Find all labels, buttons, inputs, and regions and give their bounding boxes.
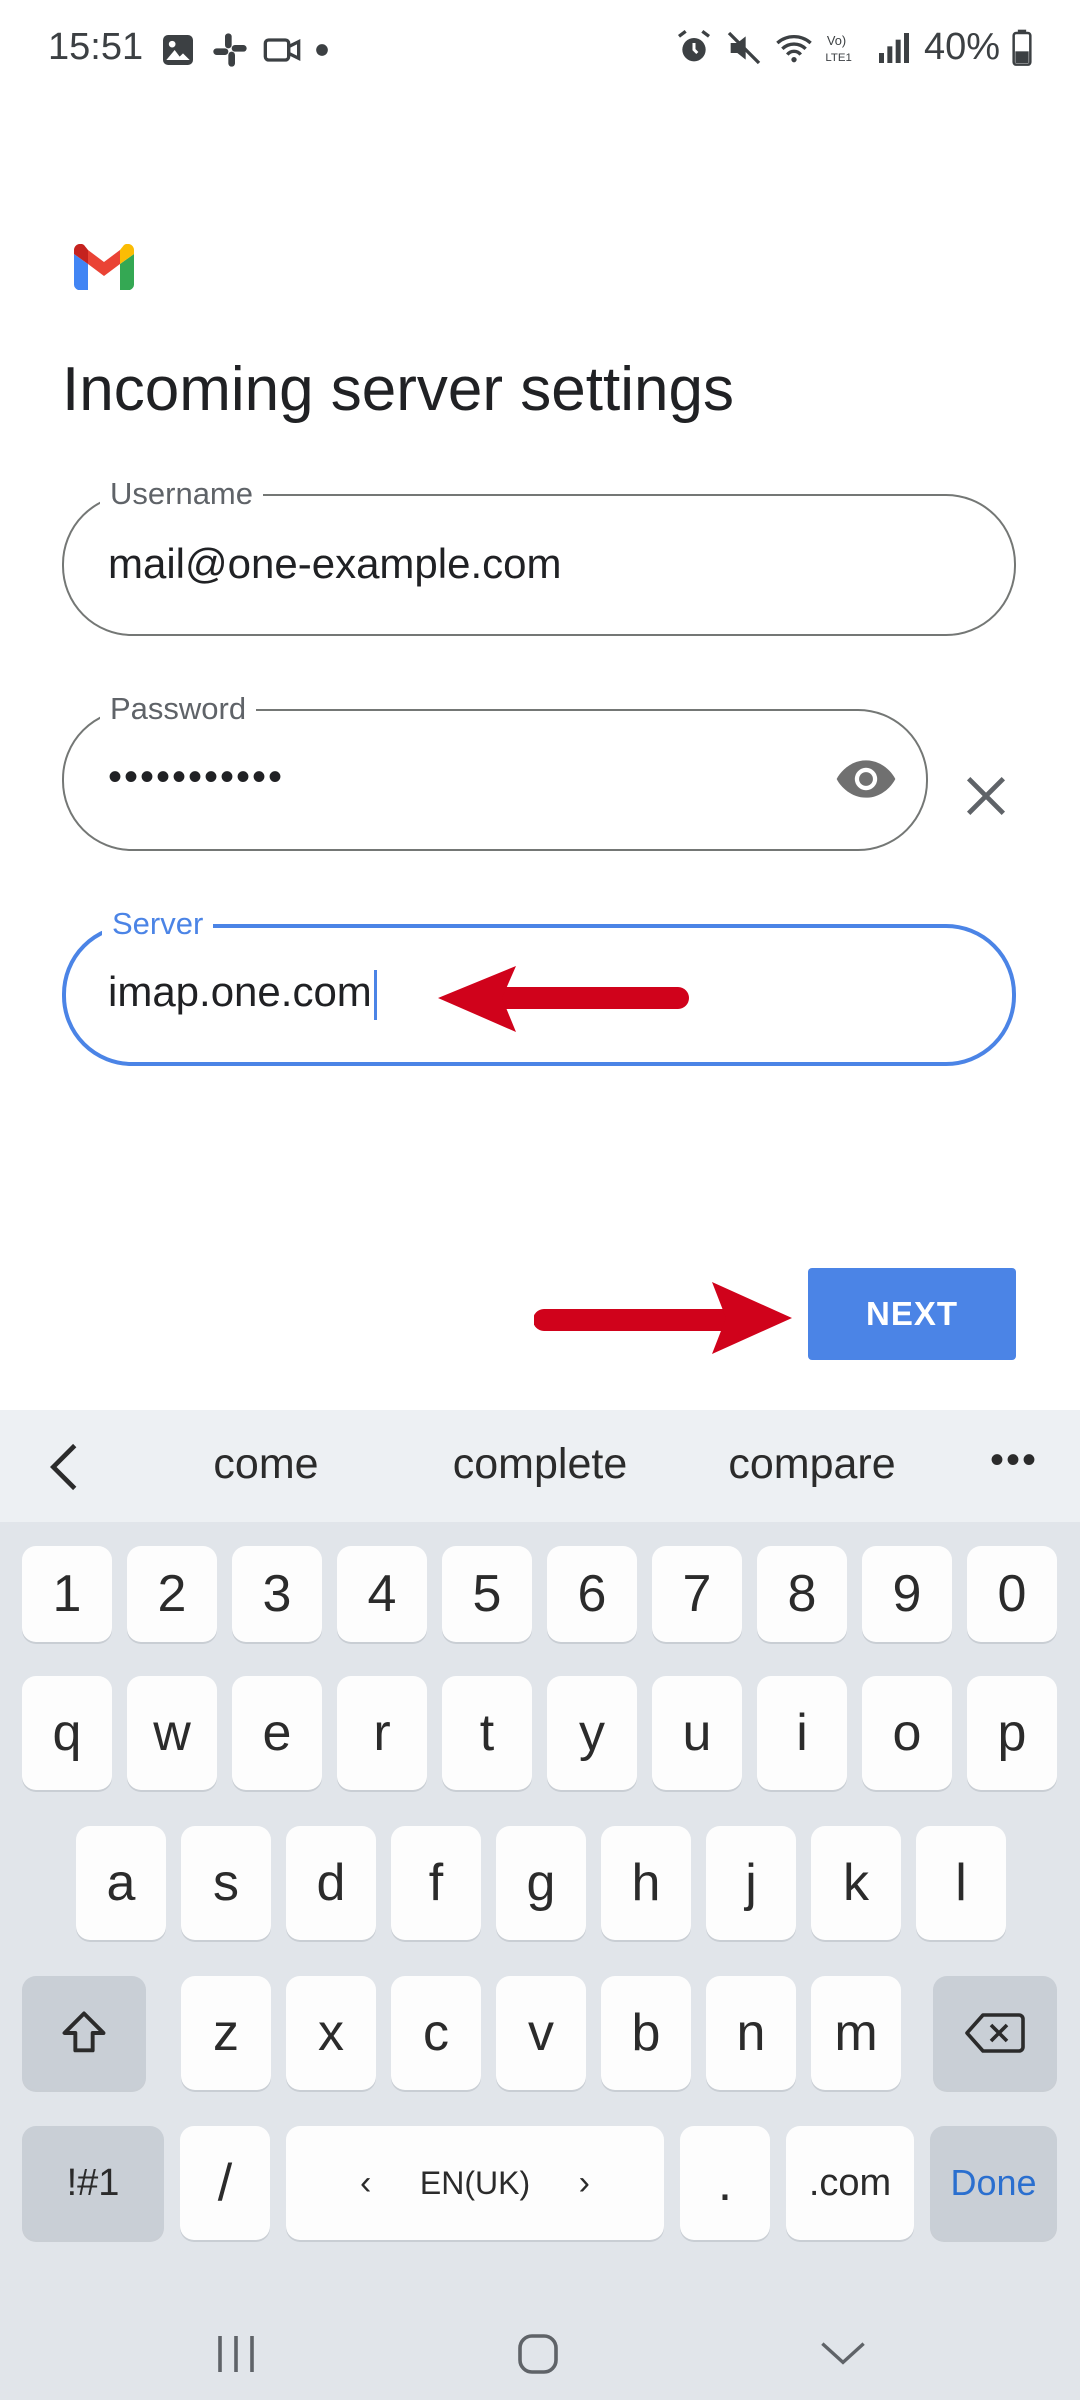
key-d[interactable]: d bbox=[286, 1826, 376, 1940]
key-0[interactable]: 0 bbox=[967, 1546, 1057, 1642]
annotation-arrow-server bbox=[438, 966, 689, 1032]
dotcom-key[interactable]: .com bbox=[786, 2126, 914, 2240]
shift-key[interactable] bbox=[22, 1976, 146, 2090]
chevron-left-icon[interactable] bbox=[44, 1442, 84, 1492]
suggestion-bar: come complete compare ••• bbox=[0, 1410, 1080, 1522]
battery-percent: 40% bbox=[923, 26, 1000, 68]
key-h[interactable]: h bbox=[601, 1826, 691, 1940]
battery-icon bbox=[1012, 29, 1032, 66]
key-j[interactable]: j bbox=[706, 1826, 796, 1940]
status-bar: 15:51 Vo) LTE1 40% bbox=[0, 0, 1080, 100]
key-b[interactable]: b bbox=[601, 1976, 691, 2090]
space-chevron-right-icon: › bbox=[578, 2163, 590, 2202]
key-f[interactable]: f bbox=[391, 1826, 481, 1940]
password-field[interactable]: Password ••••••••••• bbox=[62, 689, 928, 851]
key-y[interactable]: y bbox=[547, 1676, 637, 1790]
status-right: Vo) LTE1 40% bbox=[674, 26, 1034, 69]
suggestion-2[interactable]: complete bbox=[430, 1440, 650, 1489]
keyboard: come complete compare ••• 1 2 3 4 5 6 7 … bbox=[0, 1410, 1080, 2400]
recent-apps-icon[interactable] bbox=[214, 2334, 258, 2374]
space-chevron-left-icon: ‹ bbox=[360, 2163, 372, 2202]
suggestion-3[interactable]: compare bbox=[702, 1440, 922, 1489]
key-n[interactable]: n bbox=[706, 1976, 796, 2090]
key-a[interactable]: a bbox=[76, 1826, 166, 1940]
text-caret bbox=[373, 969, 377, 1020]
key-x[interactable]: x bbox=[286, 1976, 376, 2090]
status-time: 15:51 bbox=[48, 26, 144, 68]
key-1[interactable]: 1 bbox=[22, 1546, 112, 1642]
gallery-icon bbox=[163, 35, 193, 65]
password-label: Password bbox=[100, 689, 257, 729]
volte-icon: Vo) LTE1 bbox=[825, 33, 851, 64]
key-c[interactable]: c bbox=[391, 1976, 481, 2090]
key-3[interactable]: 3 bbox=[232, 1546, 322, 1642]
key-m[interactable]: m bbox=[811, 1976, 901, 2090]
space-bar[interactable]: ‹ EN(UK) › bbox=[286, 2126, 664, 2240]
key-6[interactable]: 6 bbox=[547, 1546, 637, 1642]
key-e[interactable]: e bbox=[232, 1676, 322, 1790]
language-label: EN(UK) bbox=[419, 2164, 531, 2201]
key-7[interactable]: 7 bbox=[652, 1546, 742, 1642]
navigation-bar bbox=[0, 2290, 1080, 2400]
clear-password-close-icon[interactable] bbox=[960, 770, 1012, 822]
server-label: Server bbox=[102, 904, 214, 944]
key-o[interactable]: o bbox=[862, 1676, 952, 1790]
show-password-eye-icon[interactable] bbox=[834, 747, 898, 811]
key-4[interactable]: 4 bbox=[337, 1546, 427, 1642]
video-icon bbox=[263, 38, 301, 62]
slack-icon bbox=[213, 33, 247, 67]
username-label: Username bbox=[100, 474, 263, 514]
server-value-wrapper: imap.one.com bbox=[108, 968, 377, 1020]
more-suggestions-button[interactable]: ••• bbox=[990, 1438, 1038, 1483]
status-left-icons bbox=[158, 30, 330, 70]
done-key[interactable]: Done bbox=[930, 2126, 1057, 2240]
username-value: mail@one-example.com bbox=[108, 540, 562, 587]
key-k[interactable]: k bbox=[811, 1826, 901, 1940]
svg-text:Vo): Vo) bbox=[827, 33, 846, 48]
backspace-icon bbox=[965, 2013, 1025, 2053]
symbols-key[interactable]: !#1 bbox=[22, 2126, 164, 2240]
key-z[interactable]: z bbox=[181, 1976, 271, 2090]
key-l[interactable]: l bbox=[916, 1826, 1006, 1940]
key-w[interactable]: w bbox=[127, 1676, 217, 1790]
username-field[interactable]: Username mail@one-example.com bbox=[62, 474, 1016, 636]
key-i[interactable]: i bbox=[757, 1676, 847, 1790]
home-icon[interactable] bbox=[516, 2332, 560, 2376]
key-v[interactable]: v bbox=[496, 1976, 586, 2090]
annotation-arrow-next bbox=[534, 1282, 792, 1354]
key-t[interactable]: t bbox=[442, 1676, 532, 1790]
dot-icon bbox=[316, 44, 328, 56]
mute-icon bbox=[727, 31, 761, 64]
key-2[interactable]: 2 bbox=[127, 1546, 217, 1642]
key-9[interactable]: 9 bbox=[862, 1546, 952, 1642]
wifi-icon bbox=[776, 34, 812, 62]
suggestion-1[interactable]: come bbox=[156, 1440, 376, 1489]
backspace-key[interactable] bbox=[933, 1976, 1057, 2090]
signal-icon bbox=[878, 32, 909, 63]
next-button[interactable]: NEXT bbox=[808, 1268, 1016, 1360]
svg-text:LTE1: LTE1 bbox=[825, 51, 851, 63]
back-chevron-down-icon[interactable] bbox=[818, 2338, 868, 2368]
shift-arrow-icon bbox=[62, 2011, 106, 2053]
key-p[interactable]: p bbox=[967, 1676, 1057, 1790]
server-value: imap.one.com bbox=[108, 968, 372, 1015]
alarm-icon bbox=[677, 29, 710, 61]
key-r[interactable]: r bbox=[337, 1676, 427, 1790]
key-5[interactable]: 5 bbox=[442, 1546, 532, 1642]
period-key[interactable]: . bbox=[680, 2126, 770, 2240]
slash-key[interactable]: / bbox=[180, 2126, 270, 2240]
password-value: ••••••••••• bbox=[108, 755, 285, 799]
gmail-logo bbox=[74, 244, 134, 290]
key-u[interactable]: u bbox=[652, 1676, 742, 1790]
key-g[interactable]: g bbox=[496, 1826, 586, 1940]
key-q[interactable]: q bbox=[22, 1676, 112, 1790]
key-s[interactable]: s bbox=[181, 1826, 271, 1940]
key-8[interactable]: 8 bbox=[757, 1546, 847, 1642]
page-title: Incoming server settings bbox=[62, 355, 734, 424]
